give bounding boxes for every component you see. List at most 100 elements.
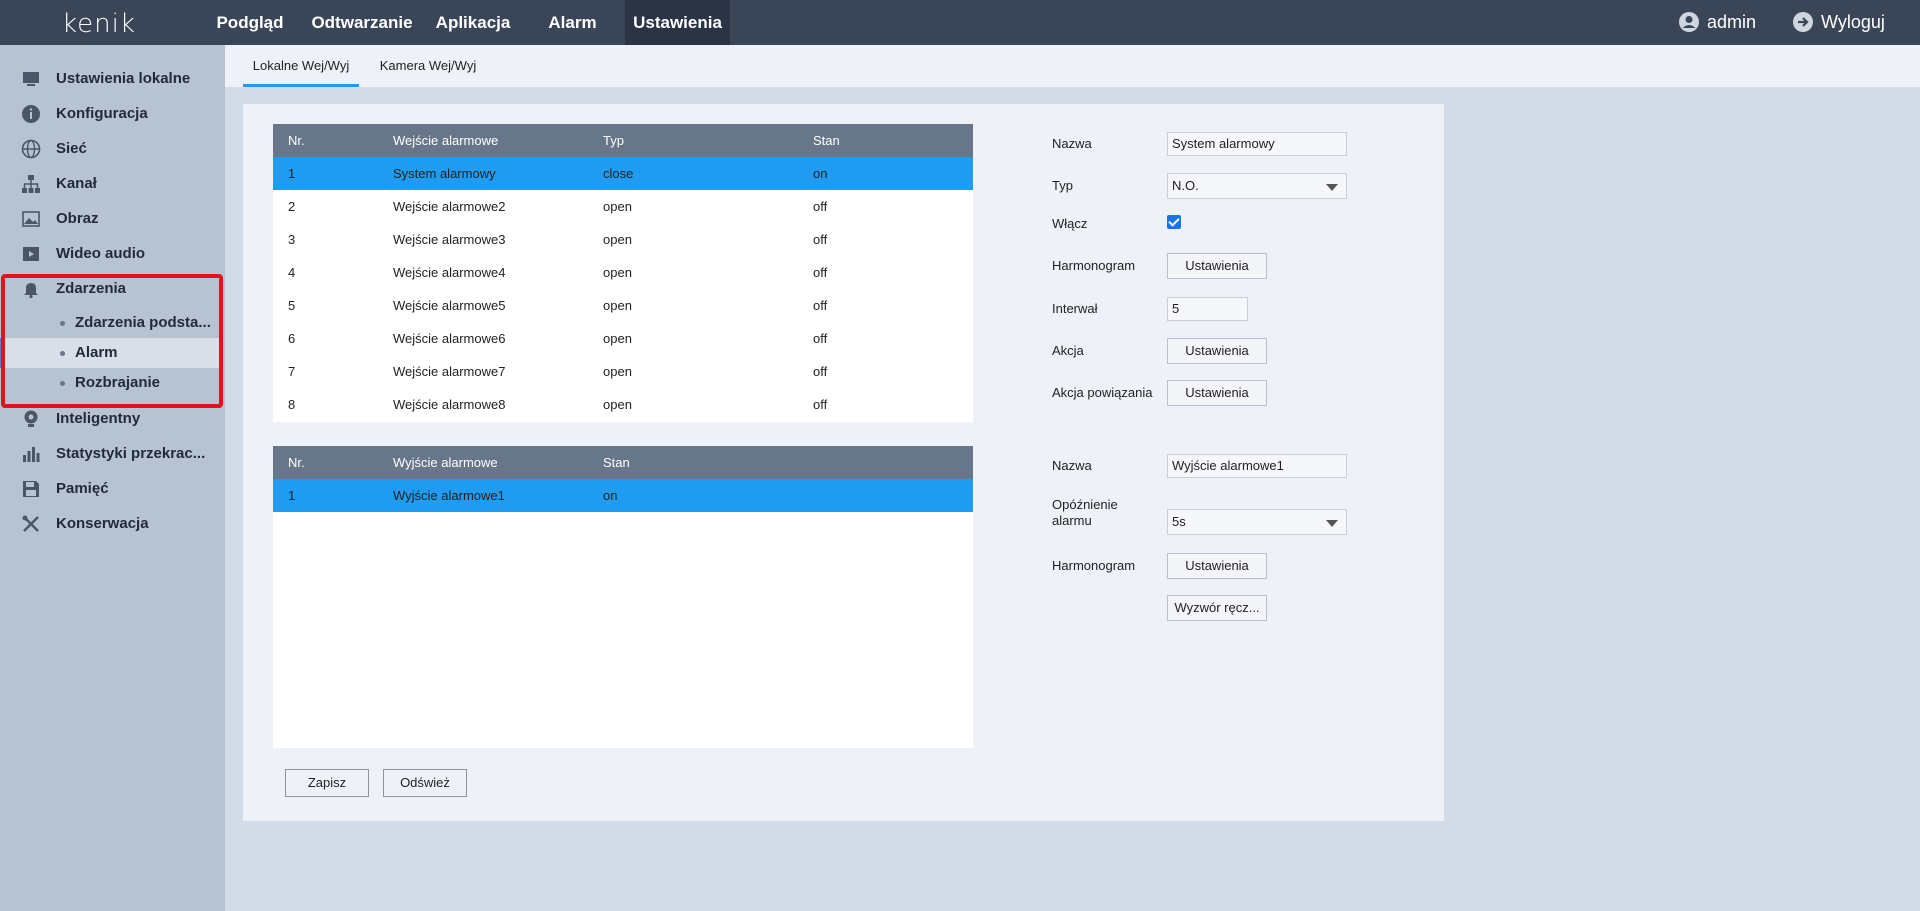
table-row[interactable]: 5 Wejście alarmowe5 open off <box>273 289 973 322</box>
sidebar-item-storage[interactable]: Pamięć <box>0 471 225 506</box>
table-cell: 4 <box>288 265 296 280</box>
linkage-label: Akcja powiązania <box>1052 385 1153 400</box>
interval-input[interactable]: 5 <box>1167 297 1248 321</box>
table-row[interactable]: 4 Wejście alarmowe4 open off <box>273 256 973 289</box>
network-tree-icon <box>22 175 40 193</box>
column-header: Nr. <box>288 455 305 470</box>
table-cell: 2 <box>288 199 296 214</box>
sidebar-item-channel[interactable]: Kanał <box>0 166 225 201</box>
interval-label: Interwał <box>1052 301 1098 316</box>
enable-checkbox[interactable] <box>1167 215 1181 229</box>
info-icon <box>22 105 40 123</box>
sidebar-item-image[interactable]: Obraz <box>0 201 225 236</box>
nav-alarm[interactable]: Alarm <box>535 0 610 45</box>
table-header: Nr. Wyjście alarmowe Stan <box>273 446 973 479</box>
type-select[interactable]: N.O. <box>1167 173 1347 199</box>
table-cell: Wejście alarmowe3 <box>393 232 506 247</box>
nav-ustawienia[interactable]: Ustawienia <box>625 0 730 45</box>
schedule-settings-button[interactable]: Ustawienia <box>1167 253 1267 279</box>
table-cell: on <box>813 166 828 181</box>
table-cell: 5 <box>288 298 296 313</box>
save-button[interactable]: Zapisz <box>285 769 369 797</box>
name-input[interactable]: System alarmowy <box>1167 132 1347 156</box>
table-cell: close <box>603 166 634 181</box>
sidebar-item-label: Ustawienia lokalne <box>56 70 191 87</box>
bar-chart-icon <box>23 447 40 462</box>
table-row[interactable]: 8 Wejście alarmowe8 open off <box>273 388 973 421</box>
type-select-value: N.O. <box>1172 178 1199 193</box>
table-cell: open <box>603 364 632 379</box>
alarm-delay-select[interactable]: 5s <box>1167 509 1347 535</box>
table-row[interactable]: 7 Wejście alarmowe7 open off <box>273 355 973 388</box>
table-cell: on <box>603 488 618 503</box>
table-cell: open <box>603 199 632 214</box>
logout-button[interactable]: Wyloguj <box>1793 0 1885 45</box>
column-header: Stan <box>603 455 630 470</box>
tab-camera-io[interactable]: Kamera Wej/Wyj <box>372 45 484 87</box>
sidebar-item-local-settings[interactable]: Ustawienia lokalne <box>0 61 225 96</box>
manual-trigger-button[interactable]: Wyzwór ręcz... <box>1167 595 1267 621</box>
table-cell: off <box>813 232 828 247</box>
sidebar-item-label: Kanał <box>56 175 97 192</box>
user-icon <box>1679 12 1699 32</box>
top-bar: kenik Podgląd Odtwarzanie Aplikacja Alar… <box>0 0 1920 45</box>
nav-odtwarzanie[interactable]: Odtwarzanie <box>302 0 422 45</box>
column-header: Stan <box>813 133 840 148</box>
sidebar-item-label: Statystyki przekrac... <box>56 445 206 462</box>
table-row[interactable]: 2 Wejście alarmowe2 open off <box>273 190 973 223</box>
sidebar-item-network[interactable]: Sieć <box>0 131 225 166</box>
output-schedule-label: Harmonogram <box>1052 558 1136 573</box>
action-settings-button[interactable]: Ustawienia <box>1167 338 1267 364</box>
refresh-button[interactable]: Odśwież <box>383 769 467 797</box>
name-label: Nazwa <box>1052 136 1092 151</box>
sidebar-item-label: Konfiguracja <box>56 105 148 122</box>
sidebar-item-statistics[interactable]: Statystyki przekrac... <box>0 436 225 471</box>
sidebar-item-label: Konserwacja <box>56 515 149 532</box>
highlight-box <box>1 274 223 408</box>
sidebar-item-label: Sieć <box>56 140 87 157</box>
sidebar-item-maintenance[interactable]: Konserwacja <box>0 506 225 541</box>
column-header: Wejście alarmowe <box>393 133 499 148</box>
sidebar-item-configuration[interactable]: Konfiguracja <box>0 96 225 131</box>
sidebar-item-video-audio[interactable]: Wideo audio <box>0 236 225 271</box>
output-name-label: Nazwa <box>1052 458 1092 473</box>
logo: kenik <box>62 9 136 39</box>
table-cell: Wejście alarmowe6 <box>393 331 506 346</box>
table-cell: off <box>813 331 828 346</box>
table-cell: 3 <box>288 232 296 247</box>
chevron-down-icon <box>1326 184 1338 191</box>
table-cell: 8 <box>288 397 296 412</box>
tab-local-io[interactable]: Lokalne Wej/Wyj <box>243 45 359 87</box>
alarm-delay-value: 5s <box>1172 514 1186 529</box>
table-row[interactable]: 6 Wejście alarmowe6 open off <box>273 322 973 355</box>
table-cell: 1 <box>288 488 296 503</box>
logout-label: Wyloguj <box>1821 12 1885 32</box>
output-name-input[interactable]: Wyjście alarmowe1 <box>1167 454 1347 478</box>
logout-icon <box>1793 12 1813 32</box>
chevron-down-icon <box>1326 520 1338 527</box>
alarm-delay-label: Opóźnienie alarmu <box>1052 497 1118 528</box>
output-schedule-settings-button[interactable]: Ustawienia <box>1167 553 1267 579</box>
sidebar: Ustawienia lokalne Konfiguracja Sieć Kan… <box>0 45 225 911</box>
sidebar-item-label: Obraz <box>56 210 99 227</box>
table-cell: Wyjście alarmowe1 <box>393 488 505 503</box>
tab-bar: Lokalne Wej/Wyj Kamera Wej/Wyj <box>225 45 1920 87</box>
table-row[interactable]: 3 Wejście alarmowe3 open off <box>273 223 973 256</box>
enable-label: Włącz <box>1052 216 1088 231</box>
table-row[interactable]: 1 Wyjście alarmowe1 on <box>273 479 973 512</box>
table-cell: Wejście alarmowe7 <box>393 364 506 379</box>
video-icon <box>23 247 39 261</box>
table-cell: 6 <box>288 331 296 346</box>
globe-icon <box>21 139 41 159</box>
column-header: Wyjście alarmowe <box>393 455 498 470</box>
nav-podglad[interactable]: Podgląd <box>205 0 295 45</box>
table-cell: off <box>813 364 828 379</box>
nav-aplikacja[interactable]: Aplikacja <box>428 0 518 45</box>
linkage-settings-button[interactable]: Ustawienia <box>1167 380 1267 406</box>
sidebar-item-label: Pamięć <box>56 480 109 497</box>
table-row[interactable]: 1 System alarmowy close on <box>273 157 973 190</box>
table-cell: open <box>603 397 632 412</box>
table-cell: Wejście alarmowe2 <box>393 199 506 214</box>
user-menu[interactable]: admin <box>1679 0 1756 45</box>
column-header: Typ <box>603 133 624 148</box>
